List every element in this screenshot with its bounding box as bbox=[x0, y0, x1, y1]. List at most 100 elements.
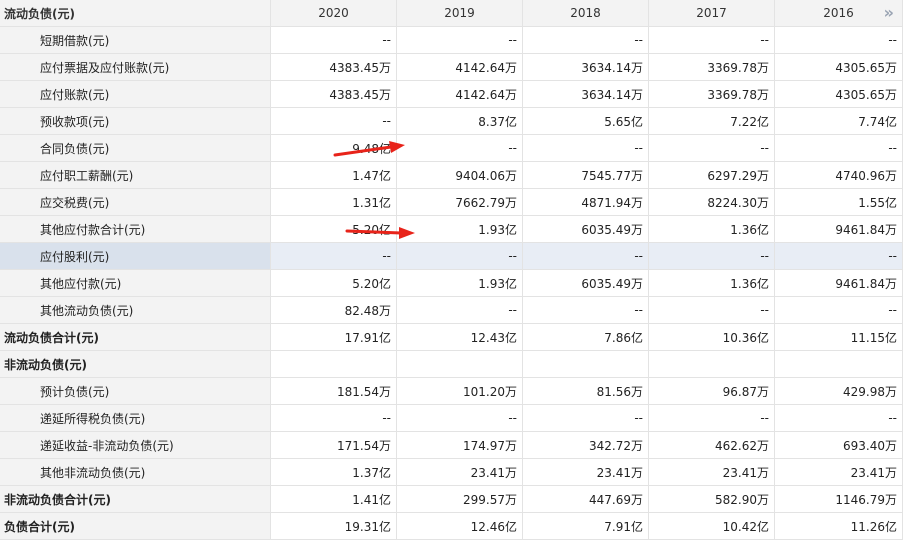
table-cell: 23.41万 bbox=[523, 459, 649, 486]
table-cell: 174.97万 bbox=[397, 432, 523, 459]
table-cell: 23.41万 bbox=[649, 459, 775, 486]
table-cell: 181.54万 bbox=[271, 378, 397, 405]
red-arrow-icon bbox=[333, 141, 405, 157]
table-cell: 582.90万 bbox=[649, 486, 775, 513]
table-cell bbox=[523, 351, 649, 378]
row-label: 应付职工薪酬(元) bbox=[0, 162, 271, 189]
table-cell: -- bbox=[271, 405, 397, 432]
table-cell: -- bbox=[271, 108, 397, 135]
table-cell: 4740.96万 bbox=[775, 162, 903, 189]
table-cell: 81.56万 bbox=[523, 378, 649, 405]
table-cell: 3634.14万 bbox=[523, 81, 649, 108]
row-label: 非流动负债合计(元) bbox=[0, 486, 271, 513]
table-cell: 171.54万 bbox=[271, 432, 397, 459]
table-cell: -- bbox=[649, 27, 775, 54]
row-label: 流动负债合计(元) bbox=[0, 324, 271, 351]
table-cell: -- bbox=[775, 297, 903, 324]
table-cell: 12.43亿 bbox=[397, 324, 523, 351]
table-cell: -- bbox=[271, 27, 397, 54]
table-cell: -- bbox=[397, 135, 523, 162]
table-cell: 11.15亿 bbox=[775, 324, 903, 351]
table-cell: 447.69万 bbox=[523, 486, 649, 513]
table-cell: 693.40万 bbox=[775, 432, 903, 459]
table-cell: 5.65亿 bbox=[523, 108, 649, 135]
table-cell: -- bbox=[397, 297, 523, 324]
table-cell: 7.91亿 bbox=[523, 513, 649, 540]
table-cell: 4142.64万 bbox=[397, 81, 523, 108]
table-cell: -- bbox=[523, 405, 649, 432]
table-cell: 7.22亿 bbox=[649, 108, 775, 135]
row-label: 短期借款(元) bbox=[0, 27, 271, 54]
table-cell: 101.20万 bbox=[397, 378, 523, 405]
table-cell: -- bbox=[649, 297, 775, 324]
table-cell: 1.93亿 bbox=[397, 270, 523, 297]
table-cell: 11.26亿 bbox=[775, 513, 903, 540]
table-cell: 10.36亿 bbox=[649, 324, 775, 351]
table-cell: 6035.49万 bbox=[523, 216, 649, 243]
table-cell: -- bbox=[649, 405, 775, 432]
row-label: 应付票据及应付账款(元) bbox=[0, 54, 271, 81]
table-cell: -- bbox=[775, 27, 903, 54]
row-label: 应付账款(元) bbox=[0, 81, 271, 108]
row-label: 预收款项(元) bbox=[0, 108, 271, 135]
year-header: 2020 bbox=[271, 0, 397, 27]
table-cell: 1.37亿 bbox=[271, 459, 397, 486]
table-cell: 8224.30万 bbox=[649, 189, 775, 216]
table-cell: -- bbox=[775, 405, 903, 432]
table-cell: 96.87万 bbox=[649, 378, 775, 405]
row-label: 其他应付款合计(元) bbox=[0, 216, 271, 243]
table-cell bbox=[775, 351, 903, 378]
row-label: 递延所得税负债(元) bbox=[0, 405, 271, 432]
red-arrow-icon bbox=[345, 227, 415, 239]
table-cell: 1.47亿 bbox=[271, 162, 397, 189]
table-cell: 429.98万 bbox=[775, 378, 903, 405]
table-cell: 7.74亿 bbox=[775, 108, 903, 135]
year-header: 2018 bbox=[523, 0, 649, 27]
table-cell: -- bbox=[523, 243, 649, 270]
table-cell: 12.46亿 bbox=[397, 513, 523, 540]
table-cell: 82.48万 bbox=[271, 297, 397, 324]
row-label: 其他流动负债(元) bbox=[0, 297, 271, 324]
row-label: 预计负债(元) bbox=[0, 378, 271, 405]
table-cell: -- bbox=[271, 243, 397, 270]
table-cell: 9404.06万 bbox=[397, 162, 523, 189]
table-cell: 1.36亿 bbox=[649, 216, 775, 243]
table-cell bbox=[397, 351, 523, 378]
table-cell bbox=[271, 351, 397, 378]
table-cell: 4383.45万 bbox=[271, 54, 397, 81]
table-cell: -- bbox=[775, 243, 903, 270]
table-cell: 3369.78万 bbox=[649, 81, 775, 108]
table-cell: 1.41亿 bbox=[271, 486, 397, 513]
table-cell: 4305.65万 bbox=[775, 81, 903, 108]
table-cell: 462.62万 bbox=[649, 432, 775, 459]
table-cell: 1.55亿 bbox=[775, 189, 903, 216]
row-label: 应交税费(元) bbox=[0, 189, 271, 216]
table-cell: -- bbox=[775, 135, 903, 162]
year-header: 2016» bbox=[775, 0, 903, 27]
table-cell: 8.37亿 bbox=[397, 108, 523, 135]
table-cell: 9461.84万 bbox=[775, 216, 903, 243]
liabilities-table: 流动负债(元) 2020 2019 2018 2017 2016» 短期借款(元) -- -- -… bbox=[0, 0, 903, 540]
double-chevron-right-icon[interactable]: » bbox=[884, 3, 894, 22]
table-cell: 7662.79万 bbox=[397, 189, 523, 216]
row-label: 负债合计(元) bbox=[0, 513, 271, 540]
table-cell: 6035.49万 bbox=[523, 270, 649, 297]
table-cell: -- bbox=[523, 135, 649, 162]
table-cell: -- bbox=[397, 243, 523, 270]
table-cell: 4305.65万 bbox=[775, 54, 903, 81]
row-label: 应付股利(元) bbox=[0, 243, 271, 270]
table-cell: 7.86亿 bbox=[523, 324, 649, 351]
table-cell: -- bbox=[523, 297, 649, 324]
table-cell: 3634.14万 bbox=[523, 54, 649, 81]
table-cell: 342.72万 bbox=[523, 432, 649, 459]
table-cell: 23.41万 bbox=[397, 459, 523, 486]
table-cell: 299.57万 bbox=[397, 486, 523, 513]
table-header-title: 流动负债(元) bbox=[0, 0, 271, 27]
row-label: 合同负债(元) bbox=[0, 135, 271, 162]
row-label: 其他非流动负债(元) bbox=[0, 459, 271, 486]
table-cell: -- bbox=[649, 135, 775, 162]
table-cell: 9461.84万 bbox=[775, 270, 903, 297]
table-cell: -- bbox=[649, 243, 775, 270]
table-cell: 4383.45万 bbox=[271, 81, 397, 108]
table-cell: 4142.64万 bbox=[397, 54, 523, 81]
